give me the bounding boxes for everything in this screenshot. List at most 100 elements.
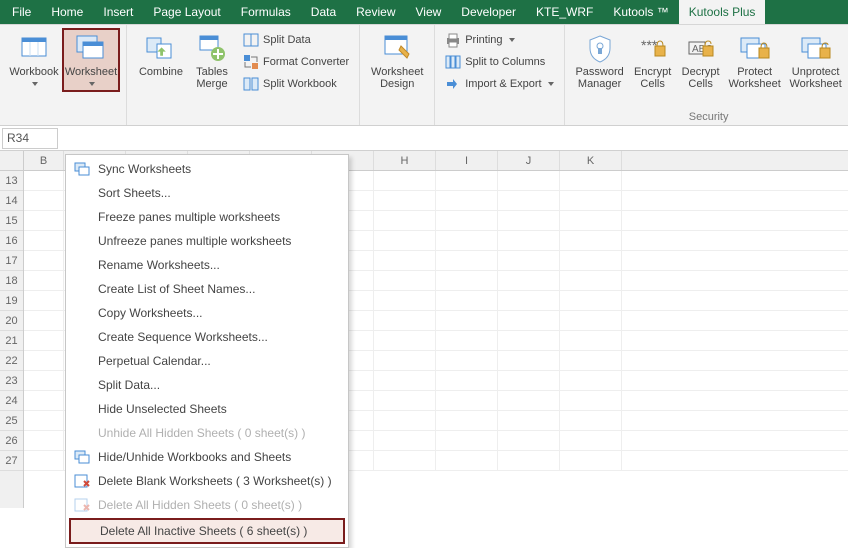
menu-delete-inactive[interactable]: Delete All Inactive Sheets ( 6 sheet(s) … xyxy=(69,518,345,544)
menu-unfreeze-panes[interactable]: Unfreeze panes multiple worksheets xyxy=(66,229,348,253)
unprotect-worksheet-button[interactable]: Unprotect Worksheet xyxy=(785,29,847,91)
decrypt-cells-button[interactable]: ABC Decrypt Cells xyxy=(677,29,725,91)
worksheet-design-icon xyxy=(381,32,413,64)
row-header[interactable]: 17 xyxy=(0,251,23,271)
row-header[interactable]: 16 xyxy=(0,231,23,251)
encrypt-cells-button[interactable]: *** Encrypt Cells xyxy=(629,29,677,91)
menu-perpetual-calendar[interactable]: Perpetual Calendar... xyxy=(66,349,348,373)
combine-icon xyxy=(145,32,177,64)
worksheet-label: Worksheet xyxy=(65,66,117,78)
menu-copy-worksheets[interactable]: Copy Worksheets... xyxy=(66,301,348,325)
group-design: Worksheet Design xyxy=(360,25,435,125)
row-header[interactable]: 25 xyxy=(0,411,23,431)
encrypt-cells-label: Encrypt Cells xyxy=(634,66,671,90)
row-header[interactable]: 21 xyxy=(0,331,23,351)
decrypt-cells-label: Decrypt Cells xyxy=(682,66,720,90)
tables-merge-button[interactable]: Tables Merge xyxy=(189,29,235,95)
sync-icon xyxy=(72,160,92,178)
delete-icon xyxy=(72,472,92,490)
menu-label: Copy Worksheets... xyxy=(98,306,202,320)
column-header[interactable]: K xyxy=(560,151,622,170)
tab-review[interactable]: Review xyxy=(346,0,405,24)
split-to-columns-button[interactable]: Split to Columns xyxy=(441,51,557,73)
menu-label: Unfreeze panes multiple worksheets xyxy=(98,234,291,248)
row-header[interactable]: 13 xyxy=(0,171,23,191)
split-columns-label: Split to Columns xyxy=(465,56,545,68)
format-converter-button[interactable]: Format Converter xyxy=(239,51,353,73)
workbook-button[interactable]: Workbook xyxy=(6,29,62,92)
menu-freeze-panes[interactable]: Freeze panes multiple worksheets xyxy=(66,205,348,229)
menu-create-sequence[interactable]: Create Sequence Worksheets... xyxy=(66,325,348,349)
column-header[interactable]: I xyxy=(436,151,498,170)
name-box[interactable]: R34 xyxy=(2,128,58,149)
menu-label: Create Sequence Worksheets... xyxy=(98,330,268,344)
workbook-icon xyxy=(18,32,50,64)
column-header[interactable]: H xyxy=(374,151,436,170)
group-security: Password Manager *** Encrypt Cells ABC D… xyxy=(565,25,848,125)
menu-label: Freeze panes multiple worksheets xyxy=(98,210,280,224)
row-header[interactable]: 24 xyxy=(0,391,23,411)
password-manager-button[interactable]: Password Manager xyxy=(571,29,629,91)
worksheet-design-button[interactable]: Worksheet Design xyxy=(366,29,428,91)
select-all-corner[interactable] xyxy=(0,151,24,171)
split-workbook-button[interactable]: Split Workbook xyxy=(239,73,353,95)
menu-label: Hide Unselected Sheets xyxy=(98,402,227,416)
import-export-button[interactable]: Import & Export xyxy=(441,73,557,95)
tab-view[interactable]: View xyxy=(406,0,452,24)
combine-label: Combine xyxy=(139,66,183,78)
tab-insert[interactable]: Insert xyxy=(93,0,143,24)
encrypt-icon: *** xyxy=(637,32,669,64)
menu-sort-sheets[interactable]: Sort Sheets... xyxy=(66,181,348,205)
column-header[interactable]: J xyxy=(498,151,560,170)
menu-hide-unselected[interactable]: Hide Unselected Sheets xyxy=(66,397,348,421)
worksheet-button[interactable]: Worksheet xyxy=(62,28,120,92)
split-data-button[interactable]: Split Data xyxy=(239,29,353,51)
tab-home[interactable]: Home xyxy=(41,0,93,24)
worksheet-dropdown-menu: Sync Worksheets Sort Sheets... Freeze pa… xyxy=(65,154,349,548)
menu-sync-worksheets[interactable]: Sync Worksheets xyxy=(66,157,348,181)
password-manager-label: Password Manager xyxy=(575,66,623,90)
combine-button[interactable]: Combine xyxy=(133,29,189,95)
menu-hide-unhide-workbooks[interactable]: Hide/Unhide Workbooks and Sheets xyxy=(66,445,348,469)
printing-label: Printing xyxy=(465,34,502,46)
menu-split-data[interactable]: Split Data... xyxy=(66,373,348,397)
menu-create-list-sheet-names[interactable]: Create List of Sheet Names... xyxy=(66,277,348,301)
tab-kutools-plus[interactable]: Kutools Plus xyxy=(679,0,766,24)
row-header[interactable]: 26 xyxy=(0,431,23,451)
column-header[interactable]: B xyxy=(24,151,64,170)
split-workbook-icon xyxy=(243,76,259,92)
tables-merge-label: Tables Merge xyxy=(196,66,228,90)
row-header[interactable]: 19 xyxy=(0,291,23,311)
tab-developer[interactable]: Developer xyxy=(451,0,526,24)
import-export-label: Import & Export xyxy=(465,78,541,90)
tab-formulas[interactable]: Formulas xyxy=(231,0,301,24)
row-headers: 131415161718192021222324252627 xyxy=(0,171,24,508)
tab-file[interactable]: File xyxy=(2,0,41,24)
menu-label: Sort Sheets... xyxy=(98,186,171,200)
split-data-label: Split Data xyxy=(263,34,311,46)
row-header[interactable]: 18 xyxy=(0,271,23,291)
tab-kutools[interactable]: Kutools ™ xyxy=(603,0,678,24)
row-header[interactable]: 23 xyxy=(0,371,23,391)
printing-button[interactable]: Printing xyxy=(441,29,557,51)
protect-worksheet-label: Protect Worksheet xyxy=(728,66,780,90)
menu-delete-blank[interactable]: Delete Blank Worksheets ( 3 Worksheet(s)… xyxy=(66,469,348,493)
tab-data[interactable]: Data xyxy=(301,0,346,24)
row-header[interactable]: 15 xyxy=(0,211,23,231)
protect-worksheet-button[interactable]: Protect Worksheet xyxy=(725,29,785,91)
ribbon-tabs: File Home Insert Page Layout Formulas Da… xyxy=(0,0,848,25)
tab-page-layout[interactable]: Page Layout xyxy=(143,0,230,24)
menu-delete-hidden: Delete All Hidden Sheets ( 0 sheet(s) ) xyxy=(66,493,348,517)
menu-rename-worksheets[interactable]: Rename Worksheets... xyxy=(66,253,348,277)
split-workbook-label: Split Workbook xyxy=(263,78,337,90)
unprotect-worksheet-label: Unprotect Worksheet xyxy=(789,66,841,90)
row-header[interactable]: 22 xyxy=(0,351,23,371)
menu-label: Split Data... xyxy=(98,378,160,392)
split-data-icon xyxy=(243,32,259,48)
worksheet-icon xyxy=(75,32,107,64)
row-header[interactable]: 27 xyxy=(0,451,23,471)
row-header[interactable]: 14 xyxy=(0,191,23,211)
tab-kte-wrf[interactable]: KTE_WRF xyxy=(526,0,603,24)
ribbon: Workbook Worksheet Combine Tab xyxy=(0,25,848,126)
row-header[interactable]: 20 xyxy=(0,311,23,331)
